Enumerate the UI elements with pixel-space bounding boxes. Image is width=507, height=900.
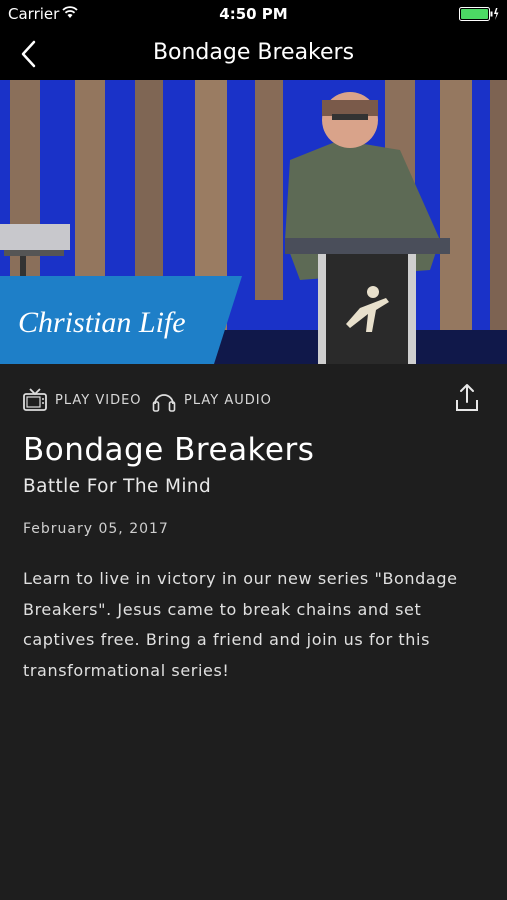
play-video-button[interactable]: PLAY VIDEO	[22, 384, 142, 416]
tv-icon	[23, 388, 47, 411]
play-video-label: PLAY VIDEO	[55, 392, 142, 408]
share-icon[interactable]	[453, 382, 481, 412]
battery-icon	[459, 7, 499, 21]
sermon-subtitle: Battle For The Mind	[23, 476, 212, 497]
nav-bar: Bondage Breakers	[0, 28, 507, 80]
media-actions: PLAY VIDEO PLAY AUDIO	[0, 380, 507, 420]
status-bar: Carrier 4:50 PM	[0, 0, 507, 28]
page-title: Bondage Breakers	[152, 40, 355, 65]
headphones-icon	[152, 394, 176, 412]
sermon-description: Learn to live in victory in our new seri…	[23, 569, 458, 680]
chevron-left-icon[interactable]	[14, 36, 44, 72]
sermon-date: February 05, 2017	[23, 521, 169, 537]
play-audio-button[interactable]: PLAY AUDIO	[151, 384, 272, 416]
sermon-hero-image: Christian Life	[0, 80, 507, 364]
sermon-title: Bondage Breakers	[23, 432, 315, 468]
brand-logo: Christian Life	[18, 306, 186, 339]
status-time: 4:50 PM	[219, 5, 288, 23]
play-audio-label: PLAY AUDIO	[184, 392, 272, 408]
